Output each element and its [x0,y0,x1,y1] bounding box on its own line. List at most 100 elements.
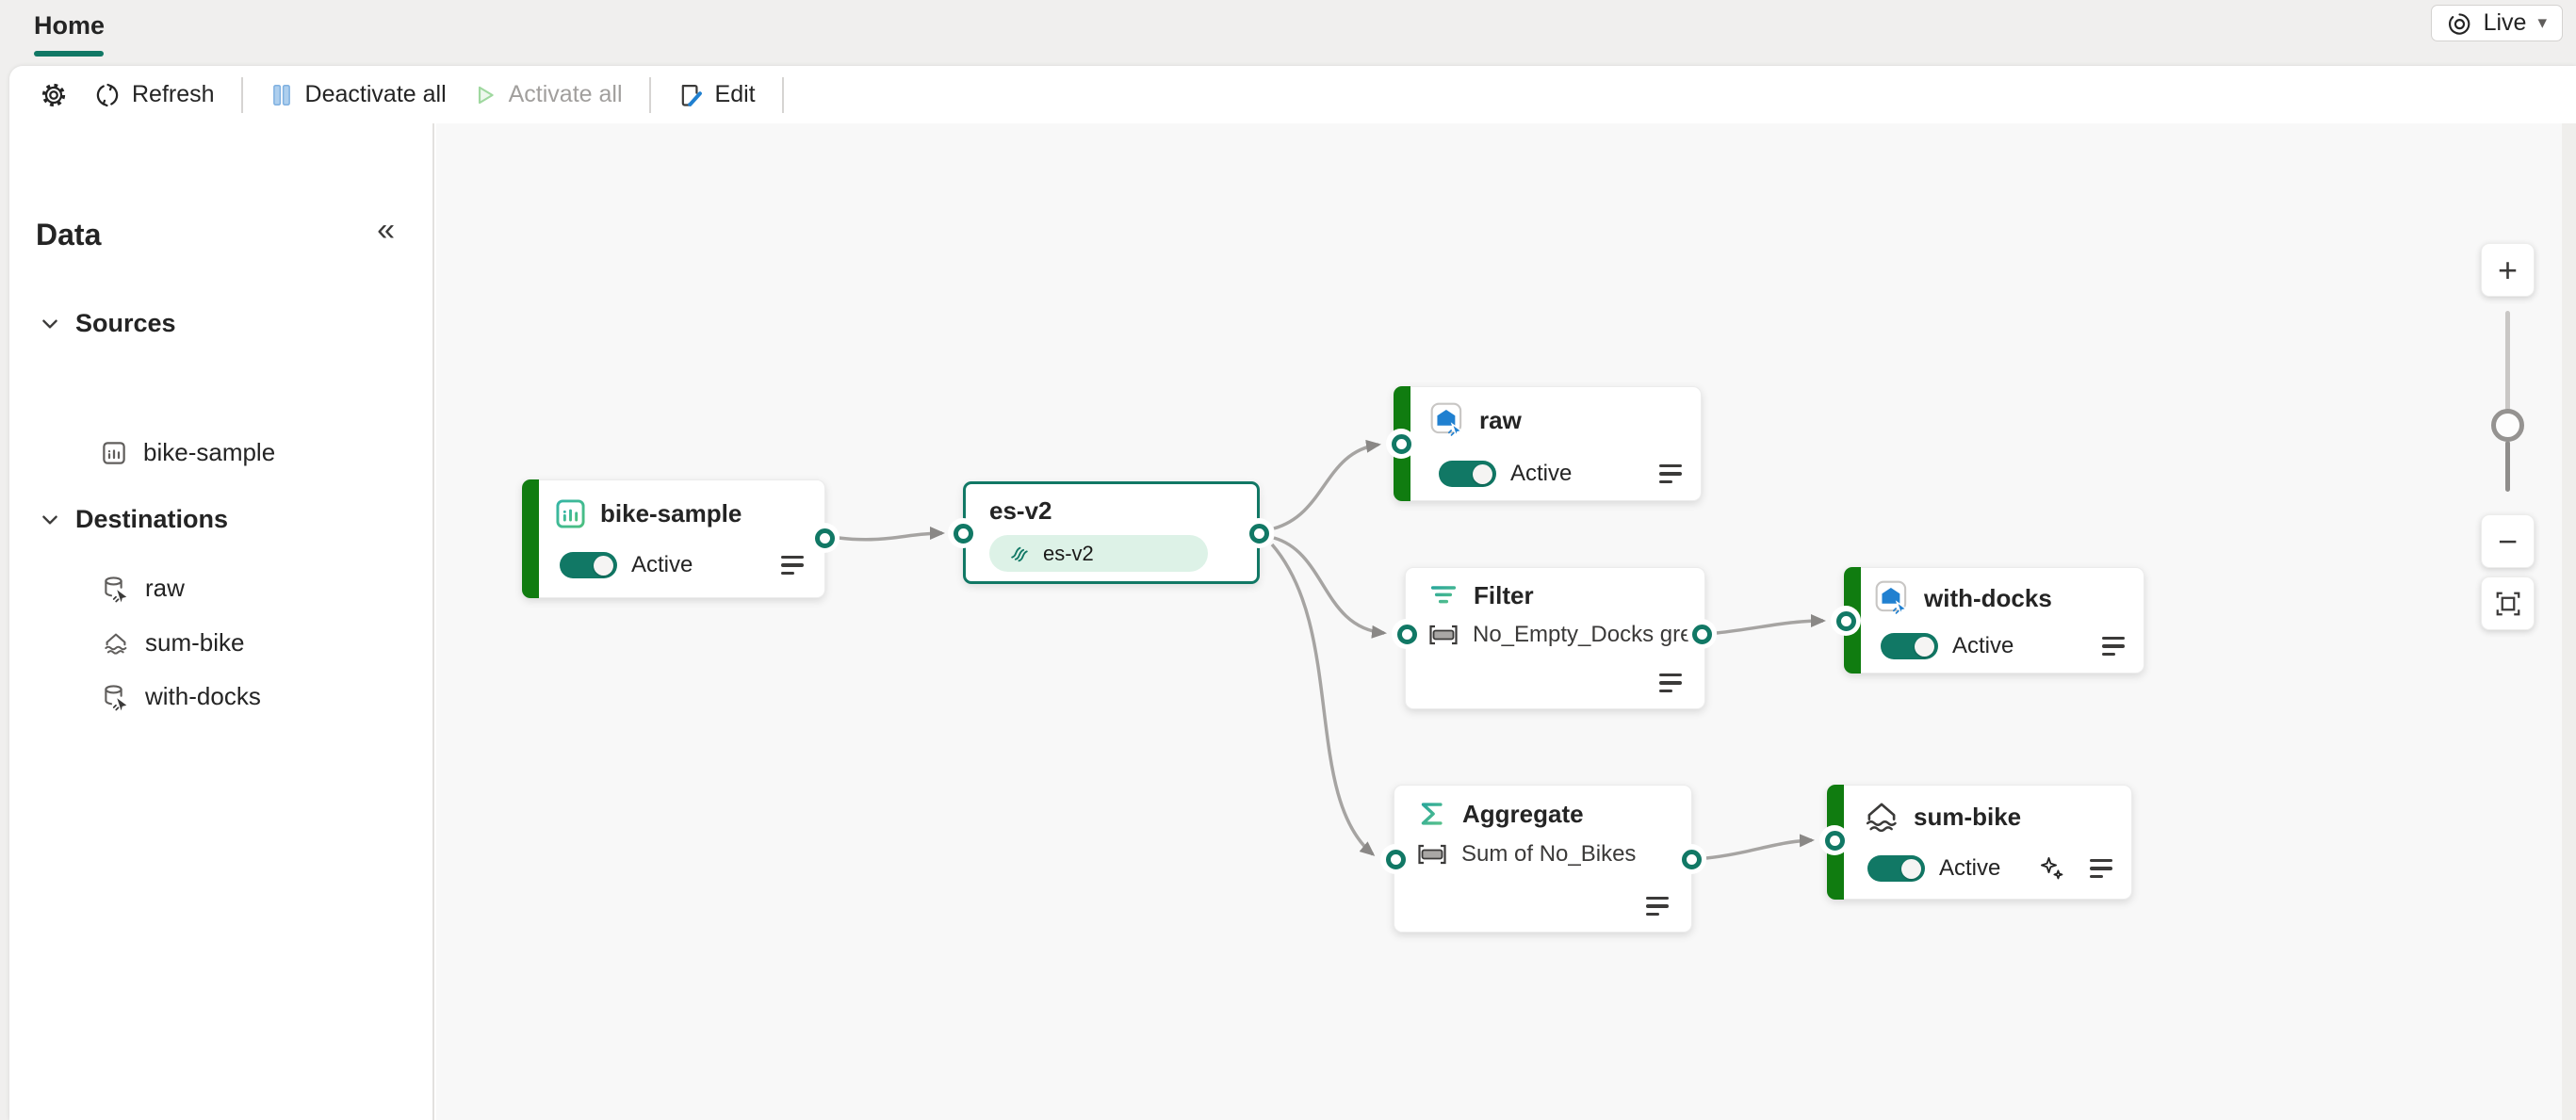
active-status-label: Active [631,552,693,577]
activate-all-label: Activate all [508,81,623,107]
tab-bar: Home Live ▾ [0,0,2576,66]
port-in-with-docks[interactable] [1831,606,1861,636]
sidebar-item-bike-sample[interactable]: bike-sample [100,438,275,467]
node-sum-bike[interactable]: sum-bike Active [1827,785,2132,900]
port-out-bike-sample[interactable] [809,523,840,553]
sidebar-item-label: raw [145,574,185,602]
fit-to-screen-button[interactable] [2481,576,2535,630]
edit-label: Edit [714,81,756,107]
toolbar-divider [781,76,784,113]
node-details-icon[interactable] [781,555,804,576]
data-sidebar: Data « Sources bike-sample Destinations … [9,123,434,1120]
deactivate-all-button[interactable]: Deactivate all [256,73,460,116]
main-panel: Refresh Deactivate all Activate all Edit… [9,66,2576,1120]
node-details-icon[interactable] [1659,463,1682,484]
node-with-docks[interactable]: with-docks Active [1844,567,2144,674]
node-details-icon[interactable] [2102,636,2125,657]
active-toggle[interactable] [1867,855,1925,882]
eventhouse-destination-icon [102,683,130,711]
collapse-panel-icon[interactable]: « [377,214,395,246]
field-icon [1417,843,1447,866]
zoom-in-button[interactable]: + [2481,243,2535,297]
fit-to-screen-icon [2494,590,2522,618]
toggle-knob [1915,636,1934,657]
sidebar-item-label: with-docks [145,682,261,710]
port-in-filter[interactable] [1392,619,1422,649]
toolbar-divider [648,76,651,113]
live-label: Live [2483,9,2527,36]
port-out-filter[interactable] [1687,619,1717,649]
field-icon [1428,624,1459,646]
sigma-icon [1415,798,1447,830]
sidebar-item-sum-bike[interactable]: sum-bike [102,628,244,657]
port-in-raw[interactable] [1386,429,1416,459]
port-in-sum-bike[interactable] [1819,825,1850,855]
eventhouse-destination-icon [102,575,130,603]
chevron-down-icon: ▾ [2537,13,2547,33]
plus-icon: + [2497,250,2519,289]
edit-button[interactable]: Edit [664,73,769,116]
node-title: Filter [1474,580,1534,609]
sidebar-title: Data [36,218,102,252]
sidebar-section-destinations[interactable]: Destinations [40,505,228,534]
zoom-out-button[interactable]: − [2481,514,2535,568]
gear-icon [40,81,68,109]
live-mode-button[interactable]: Live ▾ [2430,5,2563,41]
refresh-label: Refresh [132,81,215,107]
port-out-es-v2[interactable] [1244,518,1274,548]
sparkles-icon[interactable] [2039,855,2065,882]
node-title: with-docks [1924,583,2052,612]
node-bike-sample[interactable]: bike-sample Active [522,479,825,598]
active-toggle[interactable] [1881,633,1938,659]
minus-icon: − [2497,521,2519,560]
tab-home[interactable]: Home [34,11,105,41]
refresh-icon [94,82,121,108]
sidebar-item-raw[interactable]: raw [102,574,185,603]
active-status-label: Active [1939,855,2001,881]
event-source-icon [100,439,128,467]
activate-all-button[interactable]: Activate all [460,73,636,116]
node-raw[interactable]: raw Active [1394,386,1702,501]
node-filter[interactable]: Filter No_Empty_Docks greater t... [1405,567,1713,709]
node-aggregate[interactable]: Aggregate Sum of No_Bikes [1394,785,1692,933]
active-status-label: Active [1510,461,1573,486]
eventhouse-icon [1873,578,1913,618]
filter-icon [1428,580,1459,610]
deactivate-all-label: Deactivate all [304,81,447,107]
play-icon [473,83,497,107]
filter-condition: No_Empty_Docks greater t... [1473,622,1713,647]
lakehouse-icon [1862,797,1901,836]
tab-active-indicator [34,51,104,57]
refresh-button[interactable]: Refresh [81,73,228,116]
port-out-aggregate[interactable] [1676,844,1706,874]
lakehouse-icon [102,629,130,657]
settings-button[interactable] [26,73,81,117]
toolbar: Refresh Deactivate all Activate all Edit [9,66,2576,123]
zoom-slider-track[interactable] [2505,311,2510,411]
node-details-icon[interactable] [1659,673,1682,692]
sidebar-section-sources[interactable]: Sources [40,309,176,338]
event-source-icon [553,496,588,531]
active-toggle[interactable] [560,552,617,578]
active-status-label: Active [1952,633,2014,658]
stream-pill[interactable]: es-v2 [989,535,1208,572]
zoom-slider-thumb[interactable] [2491,409,2524,442]
chevron-down-icon [40,314,60,334]
node-details-icon[interactable] [1646,896,1669,916]
toggle-knob [1901,858,1921,879]
toggle-knob [1473,463,1492,484]
node-details-icon[interactable] [2090,858,2112,879]
port-in-aggregate[interactable] [1380,844,1410,874]
node-title: es-v2 [989,496,1052,525]
node-title: raw [1479,405,1522,434]
node-title: sum-bike [1914,802,2022,831]
active-toggle[interactable] [1439,461,1496,487]
port-in-es-v2[interactable] [948,518,978,548]
sidebar-item-with-docks[interactable]: with-docks [102,682,261,711]
node-es-v2[interactable]: es-v2 es-v2 [963,481,1260,584]
live-view-icon [2447,10,2472,36]
zoom-slider-track[interactable] [2505,441,2510,492]
toggle-knob [594,555,613,576]
scrollbar-gutter[interactable] [2562,123,2576,1120]
toolbar-divider [240,76,243,113]
